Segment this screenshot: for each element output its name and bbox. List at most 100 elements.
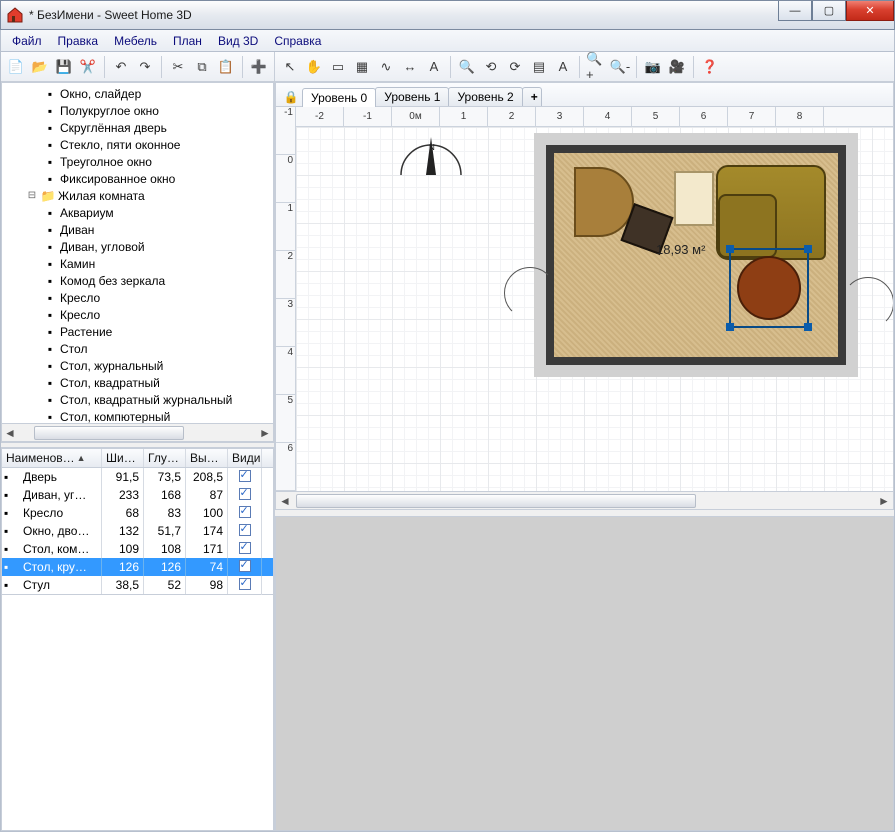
col-height[interactable]: Вы… (186, 449, 228, 467)
scroll-thumb[interactable] (296, 494, 696, 508)
redo-icon[interactable]: ↷ (134, 56, 156, 78)
close-button[interactable]: ✕ (846, 1, 894, 21)
table-row[interactable]: ▪Дверь91,573,5208,5 (2, 468, 273, 486)
undo-icon[interactable]: ↶ (110, 56, 132, 78)
wall-icon[interactable]: ▭ (327, 56, 349, 78)
select-icon[interactable]: ↖ (279, 56, 301, 78)
catalog-item[interactable]: ▪Аквариум (2, 204, 273, 221)
prefs-icon[interactable]: ✂️ (77, 56, 99, 78)
catalog-item[interactable]: ▪Треуголное окно (2, 153, 273, 170)
visible-checkbox[interactable] (239, 488, 251, 500)
plan-canvas-wrap[interactable]: -2-10м12345678 N (296, 107, 893, 491)
visible-checkbox[interactable] (239, 560, 251, 572)
cut-icon[interactable]: ✂ (167, 56, 189, 78)
plan-canvas[interactable]: N (296, 127, 893, 491)
help-icon[interactable]: ❓ (699, 56, 721, 78)
catalog-item[interactable]: ▪Фиксированное окно (2, 170, 273, 187)
paste-icon[interactable]: 📋 (215, 56, 237, 78)
new-icon[interactable]: 📄 (5, 56, 27, 78)
catalog-item[interactable]: ▪Кресло (2, 289, 273, 306)
scroll-right-icon[interactable]: ► (257, 426, 273, 440)
menu-3d[interactable]: Вид 3D (211, 32, 265, 50)
menu-furn[interactable]: Мебель (107, 32, 164, 50)
compass-icon[interactable]: N (396, 135, 466, 185)
copy-icon[interactable]: ⧉ (191, 56, 213, 78)
dim-icon[interactable]: ↔ (399, 56, 421, 78)
menu-edit[interactable]: Правка (51, 32, 106, 50)
tab-level-0[interactable]: Уровень 0 (302, 88, 376, 107)
col-width[interactable]: Ши… (102, 449, 144, 467)
tab-level-1[interactable]: Уровень 1 (375, 87, 449, 106)
catalog-item[interactable]: ▪Стол (2, 340, 273, 357)
catalog-item[interactable]: ▪Стекло, пяти оконное (2, 136, 273, 153)
resize-handle-tl[interactable] (726, 245, 734, 253)
catalog-item[interactable]: ⊟📁Жилая комната (2, 187, 273, 204)
visible-checkbox[interactable] (239, 506, 251, 518)
text-icon[interactable]: A (423, 56, 445, 78)
visible-checkbox[interactable] (239, 470, 251, 482)
col-visible[interactable]: Види… (228, 449, 262, 467)
menu-file[interactable]: Файл (5, 32, 49, 50)
expander-icon[interactable]: ⊟ (24, 190, 40, 201)
table-row[interactable]: ▪Стол, кру…12612674 (2, 558, 273, 576)
plan-scroll-h[interactable]: ◄ ► (276, 491, 893, 509)
resize-handle-br[interactable] (804, 323, 812, 331)
scroll-thumb[interactable] (34, 426, 184, 440)
table-row[interactable]: ▪Диван, уг…23316887 (2, 486, 273, 504)
scroll-right-icon[interactable]: ► (875, 494, 893, 508)
catalog-item[interactable]: ▪Скруглённая дверь (2, 119, 273, 136)
plan-view[interactable]: 🔒 Уровень 0 Уровень 1 Уровень 2 + -10123… (275, 82, 894, 510)
catalog-item[interactable]: ▪Диван, угловой (2, 238, 273, 255)
grid-icon[interactable]: ▤ (528, 56, 550, 78)
rotate-right-icon[interactable]: ⟳ (504, 56, 526, 78)
catalog-item[interactable]: ▪Диван (2, 221, 273, 238)
col-name[interactable]: Наименов… ▲ (2, 449, 102, 467)
table-row[interactable]: ▪Кресло6883100 (2, 504, 273, 522)
scroll-left-icon[interactable]: ◄ (2, 426, 18, 440)
minimize-button[interactable]: — (778, 1, 812, 21)
visible-checkbox[interactable] (239, 578, 251, 590)
scroll-left-icon[interactable]: ◄ (276, 494, 294, 508)
catalog-scroll-h[interactable]: ◄ ► (1, 424, 274, 442)
visible-checkbox[interactable] (239, 524, 251, 536)
table-row[interactable]: ▪Стул38,55298 (2, 576, 273, 594)
resize-handle-tr[interactable] (804, 245, 812, 253)
polyline-icon[interactable]: ∿ (375, 56, 397, 78)
zoom-icon[interactable]: 🔍 (456, 56, 478, 78)
menu-plan[interactable]: План (166, 32, 209, 50)
font-icon[interactable]: A (552, 56, 574, 78)
catalog-tree[interactable]: ▪Окно, слайдер▪Полукруглое окно▪Скруглён… (1, 82, 274, 424)
zoom-in-icon[interactable]: 🔍+ (585, 56, 607, 78)
catalog-item[interactable]: ▪Стол, квадратный журнальный (2, 391, 273, 408)
catalog-item[interactable]: ▪Стол, журнальный (2, 357, 273, 374)
catalog-item[interactable]: ▪Комод без зеркала (2, 272, 273, 289)
catalog-item[interactable]: ▪Растение (2, 323, 273, 340)
catalog-item[interactable]: ▪Полукруглое окно (2, 102, 273, 119)
resize-handle-bl[interactable] (726, 323, 734, 331)
zoom-out-icon[interactable]: 🔍- (609, 56, 631, 78)
video-icon[interactable]: 🎥 (666, 56, 688, 78)
visible-checkbox[interactable] (239, 542, 251, 554)
level-lock-icon[interactable]: 🔒 (282, 88, 300, 106)
table-header[interactable]: Наименов… ▲ Ши… Глу… Вы… Види… (2, 449, 273, 468)
catalog-item[interactable]: ▪Окно, слайдер (2, 85, 273, 102)
menu-help[interactable]: Справка (267, 32, 328, 50)
view-3d[interactable] (275, 516, 894, 831)
room-icon[interactable]: ▦ (351, 56, 373, 78)
add-furniture-icon[interactable]: ➕ (248, 56, 270, 78)
table-row[interactable]: ▪Окно, дво…13251,7174 (2, 522, 273, 540)
save-icon[interactable]: 💾 (53, 56, 75, 78)
photo-icon[interactable]: 📷 (642, 56, 664, 78)
catalog-item[interactable]: ▪Стол, квадратный (2, 374, 273, 391)
tab-level-2[interactable]: Уровень 2 (448, 87, 522, 106)
catalog-item[interactable]: ▪Кресло (2, 306, 273, 323)
furniture-round-table-selected[interactable] (729, 248, 809, 328)
maximize-button[interactable]: ▢ (812, 1, 846, 21)
table-row[interactable]: ▪Стол, ком…109108171 (2, 540, 273, 558)
pan-icon[interactable]: ✋ (303, 56, 325, 78)
rotate-left-icon[interactable]: ⟲ (480, 56, 502, 78)
col-depth[interactable]: Глу… (144, 449, 186, 467)
furniture-table[interactable]: Наименов… ▲ Ши… Глу… Вы… Види… ▪Дверь91,… (1, 448, 274, 595)
catalog-item[interactable]: ▪Стол, компютерный (2, 408, 273, 424)
open-icon[interactable]: 📂 (29, 56, 51, 78)
